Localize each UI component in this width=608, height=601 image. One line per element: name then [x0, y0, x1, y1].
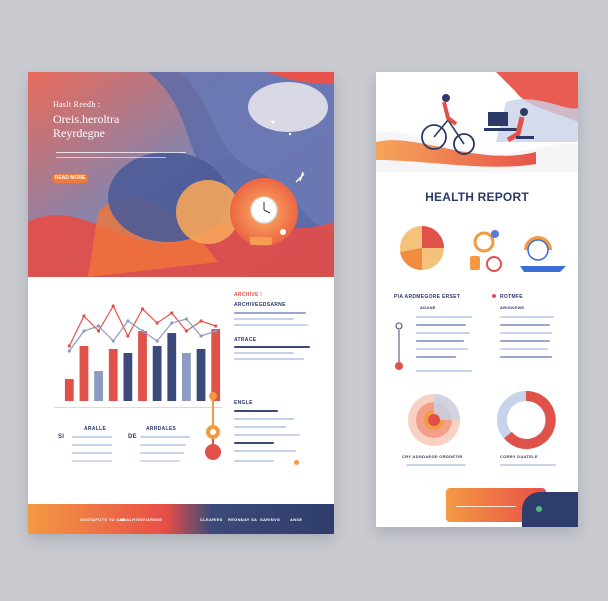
stat-label-1: ARALLE	[84, 426, 107, 432]
leaf-icon	[536, 506, 542, 512]
health-report-right-page: HEALTH REPORT PIA ARDMEGORE ERSET ADANE …	[376, 72, 578, 527]
bottle-icon	[470, 256, 480, 270]
footer-label-5: REGNDAY SA	[228, 517, 258, 522]
chart-point	[184, 317, 189, 321]
chart-bar	[79, 346, 89, 401]
chart-bar	[138, 331, 147, 401]
donut-chart-right	[497, 390, 556, 449]
bullet-dot	[492, 294, 496, 298]
icons-row	[400, 226, 566, 272]
chart-point	[214, 329, 218, 333]
accent-dot	[294, 460, 299, 465]
footer-band	[28, 504, 334, 534]
footer-label-6: SARINVG	[260, 517, 281, 522]
chart-point	[199, 319, 203, 323]
timeline-icon	[395, 322, 403, 370]
chart-bar	[152, 346, 162, 401]
chart-bar	[182, 353, 191, 401]
bar-line-chart	[64, 304, 221, 401]
chart-bar	[64, 379, 74, 401]
donut-caption-right: CORRY DAATELE	[500, 454, 538, 459]
chart-point	[67, 344, 71, 348]
donut-caption-left: CRY ADGDAEGE ORDDETIR	[402, 454, 463, 459]
chart-point	[126, 319, 130, 323]
person-cycling-icon	[442, 94, 450, 102]
chart-point	[199, 334, 203, 338]
stat-number-1: SI	[58, 434, 65, 440]
section-b-heading: ATRACE	[234, 337, 257, 343]
footer-label-7: ANSE	[290, 517, 303, 522]
logo-badge	[522, 492, 578, 527]
report-title: HEALTH REPORT	[425, 190, 529, 204]
chart-point	[67, 349, 71, 353]
computer-icon	[488, 112, 508, 126]
right-col-sub: ARIGKEWE	[500, 305, 525, 310]
footer-label-3: ENVARNSE	[138, 517, 163, 522]
chart-point	[126, 334, 130, 338]
right-col-heading: ROTMFE	[500, 294, 523, 300]
stat-number-2: DE	[128, 434, 137, 440]
chart-bar	[108, 349, 118, 401]
stopwatch-icon	[473, 231, 495, 253]
hero-title-line1: Oreis.heroltra	[53, 112, 120, 126]
person-working-icon	[520, 108, 528, 116]
gauge-icon	[205, 392, 221, 460]
health-report-left-page: Haslt Reedh : Oreis.heroltra Reyrdegne R…	[28, 72, 334, 534]
chart-point	[170, 311, 174, 315]
left-col-heading: PIA ARDMEGORE ERSET	[394, 294, 461, 300]
footer-label-2: HEALHT	[120, 517, 139, 522]
chart-bar	[123, 353, 133, 401]
header-illustration	[376, 72, 578, 172]
hero-kicker: Haslt Reedh :	[53, 100, 101, 109]
chart-point	[140, 307, 145, 311]
left-col-sub: ADANE	[420, 305, 436, 310]
chart-bar	[167, 333, 177, 401]
footer-label-1: GOSTAFOTS TO SAD	[80, 517, 126, 522]
chart-point	[170, 321, 174, 325]
section-a-heading: ARCHIVE !	[234, 292, 263, 298]
chart-point	[82, 329, 86, 333]
chart-point	[82, 314, 86, 318]
chart-point	[96, 324, 101, 328]
chart-point	[111, 339, 115, 343]
stat-label-2: ARRDALES	[146, 426, 177, 432]
chart-point	[214, 324, 218, 328]
chart-point	[96, 329, 101, 333]
chart-point	[184, 329, 189, 333]
footer-label-4: CLEARIES	[200, 517, 223, 522]
hero-title-line2: Reyrdegne	[53, 126, 105, 140]
chart-bar	[94, 371, 103, 401]
section-a-subheading: ARCHIVEGDSARNE	[234, 302, 286, 308]
chart-point	[140, 329, 145, 333]
chart-point	[111, 304, 115, 308]
chart-point	[155, 339, 159, 343]
donut-chart-left	[408, 394, 460, 446]
section-c-heading: ENGLE	[234, 400, 253, 406]
read-more-button[interactable]: READ MORE	[52, 174, 88, 183]
chart-point	[155, 321, 159, 325]
